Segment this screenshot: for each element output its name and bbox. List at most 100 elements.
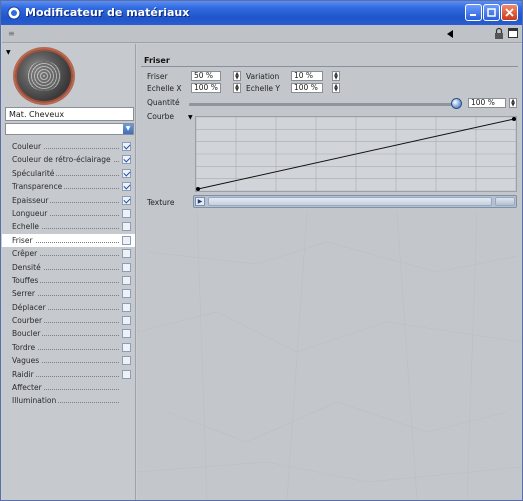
- channel-checkbox[interactable]: [122, 369, 131, 379]
- window-title: Modificateur de matériaux: [25, 6, 190, 19]
- close-button[interactable]: [501, 4, 518, 21]
- courbe-menu-arrow-icon[interactable]: ▼: [188, 114, 193, 121]
- panel-background-texture: [137, 212, 522, 500]
- texture-browse-button[interactable]: [495, 197, 515, 206]
- channel-label: Illumination: [12, 396, 59, 406]
- material-name-field[interactable]: Mat. Cheveux: [5, 107, 134, 121]
- channel-checkbox[interactable]: [122, 356, 131, 366]
- echelle-y-label: Echelle Y: [246, 84, 280, 93]
- channel-item[interactable]: Transparence: [2, 180, 135, 193]
- channel-label: Spécularité: [12, 168, 57, 178]
- curve-graph: [195, 116, 517, 192]
- channel-label: Serrer: [12, 289, 37, 299]
- variation-spinner[interactable]: ▲ ▼: [332, 71, 340, 81]
- new-window-icon[interactable]: [508, 28, 518, 40]
- preview-menu-arrow-icon[interactable]: ▼: [6, 49, 11, 56]
- channel-checkbox[interactable]: [122, 195, 131, 205]
- texture-label: Texture: [147, 198, 175, 207]
- channel-item[interactable]: Echelle: [2, 220, 135, 233]
- channel-checkbox[interactable]: [122, 302, 131, 312]
- channel-label: Echelle: [12, 222, 42, 232]
- material-sub-field[interactable]: ▼: [5, 123, 134, 135]
- channel-item[interactable]: Touffes: [2, 274, 135, 287]
- channel-checkbox[interactable]: [122, 249, 131, 259]
- channel-label: Crêper: [12, 249, 40, 259]
- lock-icon[interactable]: [494, 27, 504, 42]
- echelle-y-spinner[interactable]: ▲ ▼: [332, 83, 340, 93]
- channel-item[interactable]: Raidir: [2, 368, 135, 381]
- channel-item[interactable]: Friser: [2, 233, 135, 248]
- quantite-slider-knob[interactable]: [451, 98, 462, 109]
- toolbar: ≡: [2, 25, 522, 43]
- channel-item[interactable]: Epaisseur: [2, 194, 135, 207]
- channel-checkbox[interactable]: [122, 182, 131, 192]
- menu-icon[interactable]: ≡: [8, 29, 15, 38]
- preview-texture: [27, 61, 61, 91]
- material-modifier-window: Modificateur de matériaux ≡ ▼ Mat. Cheve…: [0, 0, 523, 501]
- channel-settings-panel: Friser Friser 50 % ▲ ▼ Variation 10 % ▲ ▼ …: [137, 44, 522, 500]
- channel-checkbox[interactable]: [122, 316, 131, 326]
- channel-item[interactable]: Tordre: [2, 341, 135, 354]
- channel-item[interactable]: Illumination: [2, 394, 135, 407]
- channel-checkbox[interactable]: [122, 155, 131, 165]
- channel-item[interactable]: Longueur: [2, 207, 135, 220]
- material-preview[interactable]: [15, 49, 73, 103]
- minimize-button[interactable]: [465, 4, 482, 21]
- channel-checkbox[interactable]: [122, 342, 131, 352]
- section-divider: [141, 66, 518, 67]
- channel-checkbox[interactable]: [122, 235, 131, 245]
- channel-item[interactable]: Crêper: [2, 247, 135, 260]
- curve-end-point: [512, 117, 516, 121]
- channel-label: Raidir: [12, 369, 36, 379]
- channel-label: Densité: [12, 262, 43, 272]
- channel-label: Longueur: [12, 208, 50, 218]
- quantite-spinner[interactable]: ▲ ▼: [509, 98, 517, 108]
- channel-item[interactable]: Courber: [2, 314, 135, 327]
- channel-item[interactable]: Couleur: [2, 140, 135, 153]
- channel-label: Transparence: [12, 182, 65, 192]
- friser-field[interactable]: 50 %: [191, 71, 221, 81]
- channel-checkbox[interactable]: [122, 208, 131, 218]
- channel-item[interactable]: Serrer: [2, 287, 135, 300]
- channel-checkbox[interactable]: [122, 275, 131, 285]
- channel-checkbox[interactable]: [122, 289, 131, 299]
- material-panel: ▼ Mat. Cheveux ▼ Couleur Couleur de rétro…: [2, 44, 136, 500]
- channel-label: Couleur: [12, 142, 44, 151]
- variation-label: Variation: [246, 72, 280, 81]
- courbe-label: Courbe: [147, 112, 175, 121]
- channel-label: Affecter: [12, 383, 44, 393]
- channel-label: Epaisseur: [12, 195, 51, 205]
- quantite-slider-track[interactable]: [189, 103, 457, 106]
- curve-start-point: [196, 187, 200, 191]
- curve-editor[interactable]: [195, 116, 517, 192]
- channel-item[interactable]: Densité: [2, 261, 135, 274]
- channel-label: Boucler: [12, 329, 43, 339]
- texture-field[interactable]: [208, 197, 492, 206]
- friser-spinner[interactable]: ▲ ▼: [233, 71, 241, 81]
- quantite-field[interactable]: 100 %: [468, 98, 506, 108]
- channel-item[interactable]: Vagues: [2, 354, 135, 367]
- channel-item[interactable]: Boucler: [2, 327, 135, 340]
- channel-checkbox[interactable]: [122, 168, 131, 178]
- title-bar[interactable]: Modificateur de matériaux: [1, 1, 522, 25]
- channel-checkbox[interactable]: [122, 329, 131, 339]
- channel-checkbox[interactable]: [122, 222, 131, 232]
- variation-field[interactable]: 10 %: [291, 71, 323, 81]
- material-dropdown-button[interactable]: ▼: [123, 124, 133, 134]
- channel-label: Couleur de rétro-éclairage: [12, 155, 113, 165]
- echelle-x-spinner[interactable]: ▲ ▼: [233, 83, 241, 93]
- channel-label: Tordre: [12, 342, 38, 352]
- channel-item[interactable]: Déplacer: [2, 301, 135, 314]
- channel-item[interactable]: Spécularité: [2, 167, 135, 180]
- texture-slot[interactable]: ▶: [193, 195, 517, 208]
- back-arrow-icon[interactable]: [445, 29, 455, 41]
- channel-checkbox[interactable]: [122, 262, 131, 272]
- channel-item[interactable]: Couleur de rétro-éclairage: [2, 153, 135, 166]
- texture-menu-arrow-icon[interactable]: ▶: [195, 197, 205, 206]
- section-title: Friser: [144, 56, 170, 65]
- echelle-x-field[interactable]: 100 %: [191, 83, 221, 93]
- channel-item[interactable]: Affecter: [2, 381, 135, 394]
- maximize-button[interactable]: [483, 4, 500, 21]
- channel-checkbox[interactable]: [122, 142, 131, 151]
- echelle-y-field[interactable]: 100 %: [291, 83, 323, 93]
